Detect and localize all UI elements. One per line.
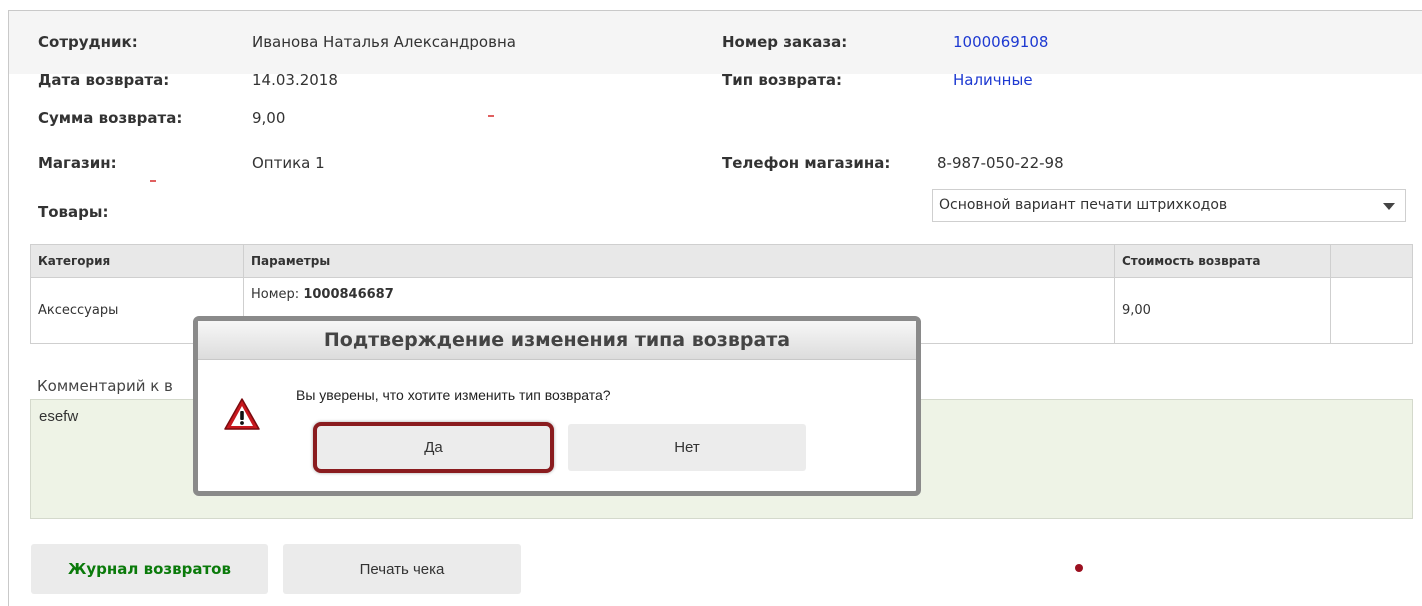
order-number-label: Номер заказа:: [722, 33, 848, 51]
column-header-category: Категория: [30, 244, 244, 278]
return-type-label: Тип возврата:: [722, 71, 843, 89]
confirm-dialog: Подтверждение изменения типа возврата Вы…: [193, 316, 921, 496]
store-value: Оптика 1: [252, 154, 325, 172]
return-type-link[interactable]: Наличные: [953, 71, 1033, 89]
dialog-question: Вы уверены, что хотите изменить тип возв…: [296, 387, 611, 403]
store-phone-label: Телефон магазина:: [722, 154, 891, 172]
comment-label: Комментарий к в: [37, 377, 173, 395]
no-button[interactable]: Нет: [568, 424, 806, 471]
cell-actions: [1330, 277, 1413, 344]
param-number-value: 1000846687: [303, 287, 394, 302]
employee-value: Иванова Наталья Александровна: [252, 33, 516, 51]
dialog-title: Подтверждение изменения типа возврата: [198, 321, 916, 360]
red-mark: [150, 180, 156, 182]
yes-button[interactable]: Да: [313, 422, 554, 473]
column-header-return-price: Стоимость возврата: [1114, 244, 1331, 278]
barcode-print-select-value: Основной вариант печати штрихкодов: [939, 197, 1228, 213]
return-sum-label: Сумма возврата:: [38, 109, 183, 127]
store-label: Магазин:: [38, 154, 117, 172]
returns-journal-button[interactable]: Журнал возвратов: [31, 544, 268, 594]
warning-icon: [223, 397, 261, 435]
column-header-actions: [1330, 244, 1413, 278]
return-sum-value: 9,00: [252, 109, 286, 127]
employee-label: Сотрудник:: [38, 33, 138, 51]
column-header-params: Параметры: [243, 244, 1115, 278]
red-mark: [488, 115, 494, 117]
goods-label: Товары:: [38, 203, 109, 221]
param-number-label: Номер:: [251, 287, 304, 302]
order-number-link[interactable]: 1000069108: [953, 33, 1048, 51]
table-header-row: Категория Параметры Стоимость возврата: [30, 244, 1413, 278]
barcode-print-select[interactable]: Основной вариант печати штрихкодов: [932, 189, 1406, 222]
chevron-down-icon[interactable]: [1383, 203, 1395, 210]
return-date-value: 14.03.2018: [252, 71, 338, 89]
return-date-label: Дата возврата:: [38, 71, 170, 89]
print-receipt-button[interactable]: Печать чека: [283, 544, 521, 594]
cell-return-price: 9,00: [1114, 277, 1331, 344]
store-phone-value: 8-987-050-22-98: [937, 154, 1064, 172]
header-band: [9, 11, 1422, 74]
cursor-dot: [1075, 564, 1083, 572]
